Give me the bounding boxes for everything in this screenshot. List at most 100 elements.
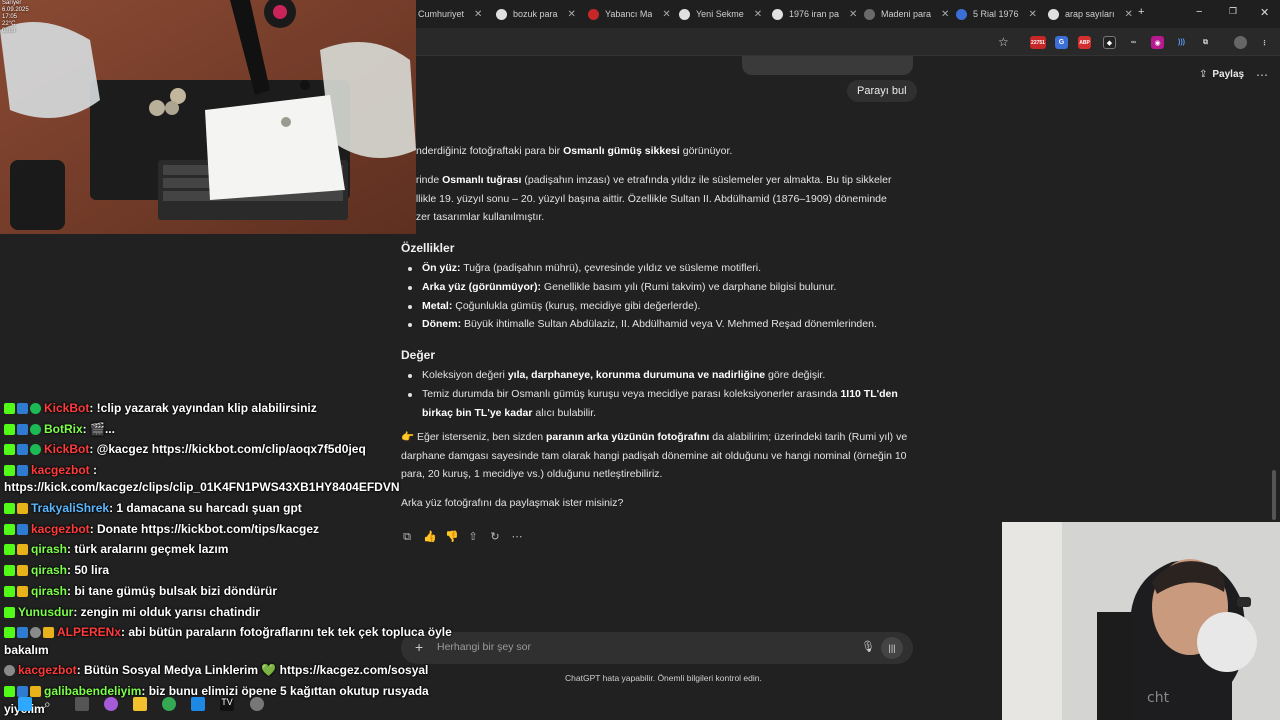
profile-avatar[interactable] <box>1234 36 1247 49</box>
prompt-input[interactable]: Herhangi bir şey sor <box>437 641 531 653</box>
adblock-extension-icon[interactable]: ABP <box>1078 36 1091 49</box>
pink-extension-icon[interactable]: ◉ <box>1151 36 1164 49</box>
chat-message-text: : abi bütün paraların fotoğraflarını tek… <box>121 625 452 639</box>
chat-message-text: : Donate https://kickbot.com/tips/kacgez <box>89 522 320 536</box>
tradingview-icon[interactable]: TV <box>220 697 234 711</box>
minimize-button[interactable]: − <box>1196 6 1202 18</box>
chat-badges <box>4 565 28 577</box>
more-options-icon[interactable]: ⋯ <box>1256 68 1268 82</box>
chrome-icon[interactable] <box>162 697 176 711</box>
file-explorer-icon[interactable] <box>133 697 147 711</box>
stream-chat-message: KickBot: !clip yazarak yayından klip ala… <box>4 401 317 415</box>
tab-close-icon[interactable]: ✕ <box>754 9 762 20</box>
chat-badge-icon <box>17 465 28 477</box>
tab-close-icon[interactable]: ✕ <box>1029 9 1037 20</box>
tab-close-icon[interactable]: ✕ <box>474 9 482 20</box>
svg-text:cht: cht <box>1147 690 1170 706</box>
chat-username: kacgezbot <box>31 522 90 536</box>
translate-extension-icon[interactable]: G <box>1055 36 1068 49</box>
chat-badges <box>4 544 28 556</box>
chat-username: KickBot <box>44 401 90 415</box>
thumbs-down-icon[interactable]: 👎 <box>445 530 459 544</box>
chat-badge-icon <box>4 503 15 515</box>
stream-chat-message: TrakyaliShrek: 1 damacana su harcadı şua… <box>4 501 302 515</box>
value-heading: Değer <box>401 348 436 362</box>
store-icon[interactable] <box>191 697 205 711</box>
stream-chat-message: kacgezbot: Donate https://kickbot.com/ti… <box>4 522 319 536</box>
puzzle-extensions-icon[interactable]: ⧉ <box>1199 36 1212 49</box>
chat-message-text: : 1 damacana su harcadı şuan gpt <box>109 501 302 515</box>
tab-label: 1976 iran pa <box>789 9 840 19</box>
attach-plus-icon[interactable]: + <box>415 639 423 655</box>
obs-icon[interactable] <box>250 697 264 711</box>
chat-badge-icon <box>17 565 28 577</box>
chat-badges <box>4 503 28 515</box>
chat-badges <box>4 586 28 598</box>
message-actions: ⧉ 👍 👎 ⇧ ↻ ⋯ <box>401 530 523 544</box>
chat-badges <box>4 403 41 415</box>
chat-badge-icon <box>4 444 15 456</box>
voice-mode-icon[interactable]: ||| <box>881 637 903 659</box>
task-view-icon[interactable] <box>75 697 89 711</box>
browser-tab[interactable]: 1976 iran pa ✕ <box>772 4 860 24</box>
browser-tab[interactable]: bozuk para ✕ <box>496 4 584 24</box>
user-image-attachment[interactable] <box>742 56 913 75</box>
close-window-button[interactable]: ✕ <box>1260 6 1269 19</box>
tab-favicon-icon <box>956 8 967 20</box>
share-icon: ⇪ <box>1199 69 1208 80</box>
copilot-icon[interactable] <box>104 697 118 711</box>
tab-close-icon[interactable]: ✕ <box>849 9 857 20</box>
tab-label: bozuk para <box>513 9 558 19</box>
stream-chat-message: qirash: bi tane gümüş bulsak bizi döndür… <box>4 584 277 598</box>
chat-badge-icon <box>43 627 54 639</box>
chat-message-text: : @kacgez https://kickbot.com/clip/aoqx7… <box>89 442 366 456</box>
chat-badge-icon <box>17 503 28 515</box>
feature-item: Dönem: Büyük ihtimalle Sultan Abdülaziz,… <box>408 315 877 334</box>
user-message-text: Parayı bul <box>857 85 907 97</box>
chat-badge-icon <box>30 627 41 639</box>
extension-badge-icon[interactable]: 22751 <box>1030 36 1046 49</box>
browser-tab[interactable]: Madeni para ✕ <box>864 4 952 24</box>
tab-close-icon[interactable]: ✕ <box>1125 9 1133 20</box>
diamond-extension-icon[interactable]: ◆ <box>1103 36 1116 49</box>
abp-label: ABP <box>1079 39 1090 46</box>
tab-label: Cumhuriyet <box>418 9 465 19</box>
prompt-composer[interactable]: + Herhangi bir şey sor 🎙 ||| <box>401 632 913 664</box>
chat-message-text: : zengin mi olduk yarısı chatindir <box>73 605 261 619</box>
answer-intro: nderdiğiniz fotoğraftaki para bir Osmanl… <box>416 145 733 157</box>
browser-tab[interactable]: Cumhuriyet ✕ <box>418 4 488 24</box>
browser-tab[interactable]: 5 Rial 1976 ✕ <box>956 4 1044 24</box>
search-icon[interactable]: ⌕ <box>44 697 58 711</box>
stream-chat-message: bakalım <box>4 643 49 657</box>
chat-username: Yunusdur <box>18 605 74 619</box>
thumbs-up-icon[interactable]: 👍 <box>423 530 437 544</box>
browser-tab[interactable]: Yabancı Ma ✕ <box>588 4 676 24</box>
tab-close-icon[interactable]: ✕ <box>568 9 576 20</box>
regenerate-icon[interactable]: ↻ <box>489 530 501 544</box>
restore-button[interactable]: ❐ <box>1229 6 1237 17</box>
disclaimer-text: ChatGPT hata yapabilir. Önemli bilgileri… <box>565 673 762 683</box>
chat-message-text: : Bütün Sosyal Medya Linklerim 💚 https:/… <box>76 663 429 677</box>
more-actions-icon[interactable]: ⋯ <box>511 530 523 544</box>
browser-menu-icon[interactable]: ⋮ <box>1258 36 1271 49</box>
browser-tab[interactable]: Yeni Sekme ✕ <box>679 4 767 24</box>
chat-badges <box>4 424 41 436</box>
tab-close-icon[interactable]: ✕ <box>941 9 949 20</box>
new-tab-button[interactable]: + <box>1138 6 1144 18</box>
browser-tab[interactable]: arap sayıları ✕ <box>1048 4 1136 24</box>
glasses-extension-icon[interactable]: ∞ <box>1127 36 1140 49</box>
scrollbar[interactable] <box>1272 470 1276 520</box>
share-button[interactable]: ⇪ Paylaş <box>1199 69 1244 80</box>
feature-item: Arka yüz (görünmüyor): Genellikle basım … <box>407 278 836 297</box>
sound-extension-icon[interactable]: ))) <box>1175 36 1188 49</box>
bookmark-star-icon[interactable]: ☆ <box>998 35 1009 49</box>
tab-favicon-icon <box>588 8 599 20</box>
microphone-icon[interactable]: 🎙 <box>861 640 875 653</box>
share-response-icon[interactable]: ⇧ <box>467 530 479 544</box>
feature-item: Ön yüz: Tuğra (padişahın mührü), çevresi… <box>407 259 761 278</box>
tab-label: arap sayıları <box>1065 9 1115 19</box>
tab-close-icon[interactable]: ✕ <box>662 9 670 20</box>
windows-start-icon[interactable] <box>18 697 32 711</box>
copy-icon[interactable]: ⧉ <box>401 530 413 544</box>
chat-badges <box>4 465 28 477</box>
